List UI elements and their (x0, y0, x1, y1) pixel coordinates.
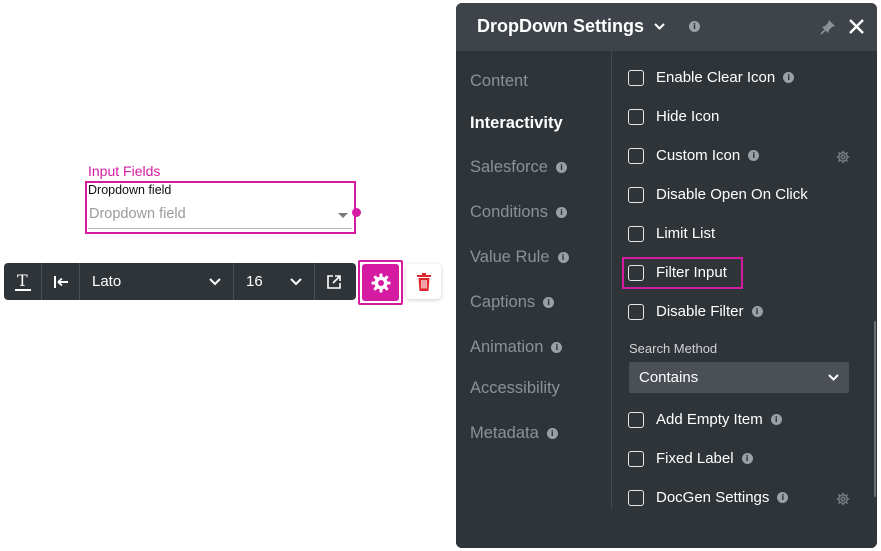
text-underline-icon: T (14, 272, 31, 291)
text-style-button[interactable]: T (4, 263, 42, 300)
info-icon: i (555, 162, 567, 173)
option-disable-open-on-click[interactable]: Disable Open On Click (628, 186, 808, 203)
component-toolbar: T Lato 16 (4, 263, 356, 300)
caret-down-icon[interactable] (338, 213, 348, 218)
option-docgen-settings[interactable]: DocGen Settings i (628, 489, 789, 506)
checkbox[interactable] (628, 450, 644, 467)
panel-footer (456, 509, 877, 548)
gear-icon[interactable] (836, 150, 850, 164)
info-icon: i (751, 306, 763, 317)
scrollbar[interactable] (874, 321, 876, 497)
checkbox[interactable] (628, 147, 644, 164)
nav-accessibility[interactable]: Accessibility (470, 379, 560, 398)
align-left-button[interactable] (42, 263, 80, 300)
checkbox[interactable] (628, 303, 644, 320)
nav-conditions[interactable]: Conditions i (470, 203, 567, 222)
info-icon: i (741, 453, 753, 464)
search-method-label: Search Method (629, 341, 718, 356)
info-icon: i (546, 428, 558, 439)
pin-icon[interactable] (820, 19, 836, 35)
search-method-value: Contains (639, 369, 699, 386)
info-icon: i (777, 492, 789, 503)
info-icon: i (555, 207, 567, 218)
chevron-down-icon (290, 277, 302, 285)
panel-divider (611, 51, 612, 511)
gear-icon[interactable] (836, 492, 850, 506)
trash-icon (416, 272, 431, 291)
gear-icon (371, 273, 390, 292)
info-icon: i (551, 342, 563, 353)
dropdown-field-label: Dropdown field (88, 183, 172, 197)
checkbox[interactable] (628, 186, 644, 203)
option-filter-input[interactable]: Filter Input (628, 264, 727, 281)
info-icon: i (783, 72, 795, 83)
chevron-down-icon[interactable] (654, 23, 665, 30)
info-icon: i (748, 150, 760, 161)
option-fixed-label[interactable]: Fixed Label i (628, 450, 753, 467)
nav-interactivity[interactable]: Interactivity (470, 114, 563, 133)
close-icon[interactable] (848, 18, 865, 35)
nav-salesforce[interactable]: Salesforce i (470, 158, 567, 177)
delete-button[interactable] (406, 264, 441, 299)
nav-content[interactable]: Content (470, 72, 528, 91)
option-add-empty-item[interactable]: Add Empty Item i (628, 411, 782, 428)
checkbox[interactable] (628, 225, 644, 242)
dropdown-placeholder: Dropdown field (89, 206, 186, 222)
settings-button[interactable] (362, 264, 399, 301)
font-family-value: Lato (92, 273, 122, 290)
checkbox[interactable] (628, 69, 644, 86)
option-enable-clear-icon[interactable]: Enable Clear Icon i (628, 69, 795, 86)
dropdown-field[interactable]: Dropdown field (88, 202, 352, 229)
info-icon[interactable]: i (689, 21, 700, 32)
font-size-select[interactable]: 16 (234, 263, 315, 300)
nav-captions[interactable]: Captions i (470, 293, 555, 312)
checkbox[interactable] (628, 108, 644, 125)
nav-animation[interactable]: Animation i (470, 338, 563, 357)
panel-header: DropDown Settings i (456, 3, 877, 51)
resize-handle[interactable] (352, 208, 361, 217)
nav-metadata[interactable]: Metadata i (470, 424, 558, 443)
checkbox[interactable] (628, 411, 644, 428)
chevron-down-icon (828, 374, 839, 381)
info-icon: i (770, 414, 782, 425)
checkbox[interactable] (628, 264, 644, 281)
option-limit-list[interactable]: Limit List (628, 225, 715, 242)
nav-value-rule[interactable]: Value Rule i (470, 248, 569, 267)
svg-text:T: T (17, 272, 28, 290)
option-custom-icon[interactable]: Custom Icon i (628, 147, 760, 164)
checkbox[interactable] (628, 489, 644, 506)
option-disable-filter[interactable]: Disable Filter i (628, 303, 763, 320)
option-hide-icon[interactable]: Hide Icon (628, 108, 719, 125)
panel-title[interactable]: DropDown Settings i (477, 16, 700, 37)
open-external-button[interactable] (315, 263, 353, 300)
font-family-select[interactable]: Lato (80, 263, 234, 300)
info-icon: i (557, 252, 569, 263)
external-link-icon (327, 274, 341, 289)
info-icon: i (543, 297, 555, 308)
chevron-down-icon (209, 277, 221, 285)
align-left-icon (53, 275, 68, 288)
font-size-value: 16 (246, 273, 263, 290)
selection-label: Input Fields (88, 163, 161, 179)
search-method-select[interactable]: Contains (629, 362, 849, 393)
settings-panel: DropDown Settings i Content Interactivit… (456, 3, 877, 548)
